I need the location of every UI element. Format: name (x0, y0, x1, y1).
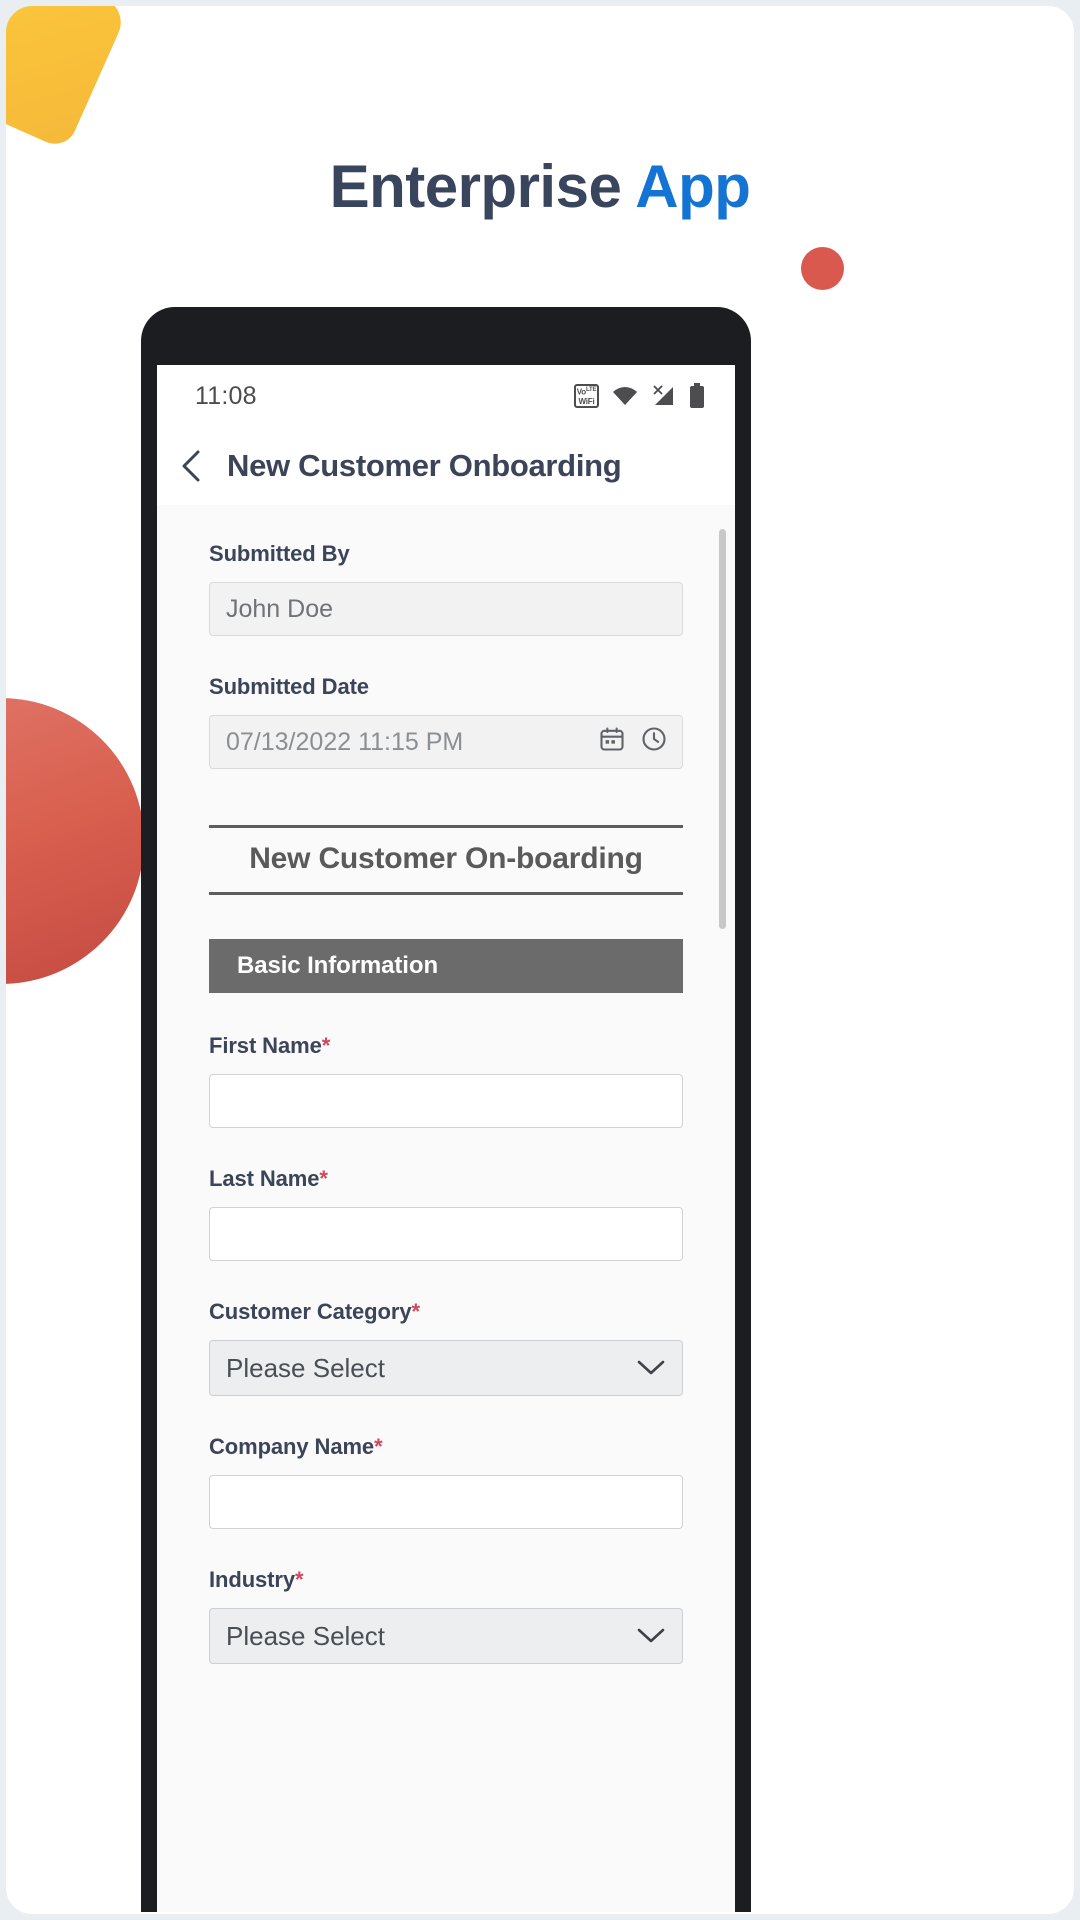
red-circle-decoration (801, 247, 844, 290)
label-industry: Industry* (209, 1567, 683, 1593)
input-submitted-date[interactable]: 07/13/2022 11:15 PM (209, 715, 683, 769)
label-customer-category-text: Customer Category (209, 1299, 412, 1324)
input-submitted-by: John Doe (209, 582, 683, 636)
volte-icon: VoLTE WiFi (574, 384, 599, 408)
app-bar-title: New Customer Onboarding (227, 448, 622, 483)
chevron-down-icon[interactable] (636, 1621, 666, 1652)
field-last-name: Last Name* (209, 1166, 683, 1261)
required-marker: * (411, 1299, 420, 1324)
phone-screen: 11:08 VoLTE WiFi New Customer Onboarding… (157, 365, 735, 1912)
page-title: Enterprise App (6, 152, 1074, 221)
section-header-basic-information: Basic Information (209, 939, 683, 993)
label-company-name-text: Company Name (209, 1434, 375, 1459)
label-industry-text: Industry (209, 1567, 295, 1592)
label-first-name: First Name* (209, 1033, 683, 1059)
label-last-name-text: Last Name (209, 1166, 320, 1191)
select-industry-value: Please Select (226, 1620, 385, 1651)
required-marker: * (321, 1033, 331, 1058)
select-customer-category[interactable]: Please Select (209, 1340, 683, 1396)
promo-page: Enterprise App 11:08 VoLTE WiFi New Cust… (6, 6, 1074, 1914)
field-submitted-by: Submitted By John Doe (209, 541, 683, 636)
yellow-blob-decoration (6, 6, 130, 151)
signal-no-sim-icon (651, 384, 677, 408)
form-title-banner: New Customer On-boarding (209, 825, 683, 895)
app-bar: New Customer Onboarding (157, 427, 735, 505)
label-last-name: Last Name* (209, 1166, 683, 1192)
label-customer-category: Customer Category* (209, 1299, 683, 1325)
section-header-label: Basic Information (237, 952, 438, 979)
status-time: 11:08 (195, 381, 257, 410)
label-company-name: Company Name* (209, 1434, 683, 1460)
field-customer-category: Customer Category* Please Select (209, 1299, 683, 1396)
input-submitted-date-value: 07/13/2022 11:15 PM (226, 727, 464, 756)
page-title-accent: App (635, 153, 751, 220)
date-icon-group (598, 725, 668, 760)
scrollbar-thumb[interactable] (719, 529, 726, 929)
input-last-name[interactable] (209, 1207, 683, 1261)
battery-icon (689, 383, 705, 409)
required-marker: * (295, 1567, 304, 1592)
label-submitted-by: Submitted By (209, 541, 350, 566)
input-submitted-by-value: John Doe (226, 594, 334, 623)
field-submitted-date: Submitted Date 07/13/2022 11:15 PM (209, 674, 683, 769)
calendar-icon[interactable] (598, 725, 626, 760)
required-marker: * (374, 1434, 383, 1459)
label-first-name-text: First Name (209, 1033, 322, 1058)
input-company-name[interactable] (209, 1475, 683, 1529)
chevron-down-icon[interactable] (636, 1353, 666, 1384)
input-first-name[interactable] (209, 1074, 683, 1128)
status-icon-group: VoLTE WiFi (574, 383, 705, 409)
field-company-name: Company Name* (209, 1434, 683, 1529)
select-industry[interactable]: Please Select (209, 1608, 683, 1664)
field-industry: Industry* Please Select (209, 1567, 683, 1664)
large-red-circle-decoration (6, 698, 144, 984)
phone-mockup: 11:08 VoLTE WiFi New Customer Onboarding… (141, 307, 751, 1912)
page-title-main: Enterprise (329, 153, 622, 220)
label-submitted-date: Submitted Date (209, 674, 369, 699)
back-chevron-icon[interactable] (179, 449, 205, 483)
required-marker: * (319, 1166, 328, 1191)
wifi-icon (611, 385, 639, 407)
status-bar: 11:08 VoLTE WiFi (157, 365, 735, 427)
form-title: New Customer On-boarding (249, 842, 643, 875)
form-scroll-area[interactable]: Submitted By John Doe Submitted Date 07/… (157, 505, 735, 1912)
select-customer-category-value: Please Select (226, 1352, 385, 1383)
clock-icon[interactable] (640, 725, 668, 760)
field-first-name: First Name* (209, 1033, 683, 1128)
